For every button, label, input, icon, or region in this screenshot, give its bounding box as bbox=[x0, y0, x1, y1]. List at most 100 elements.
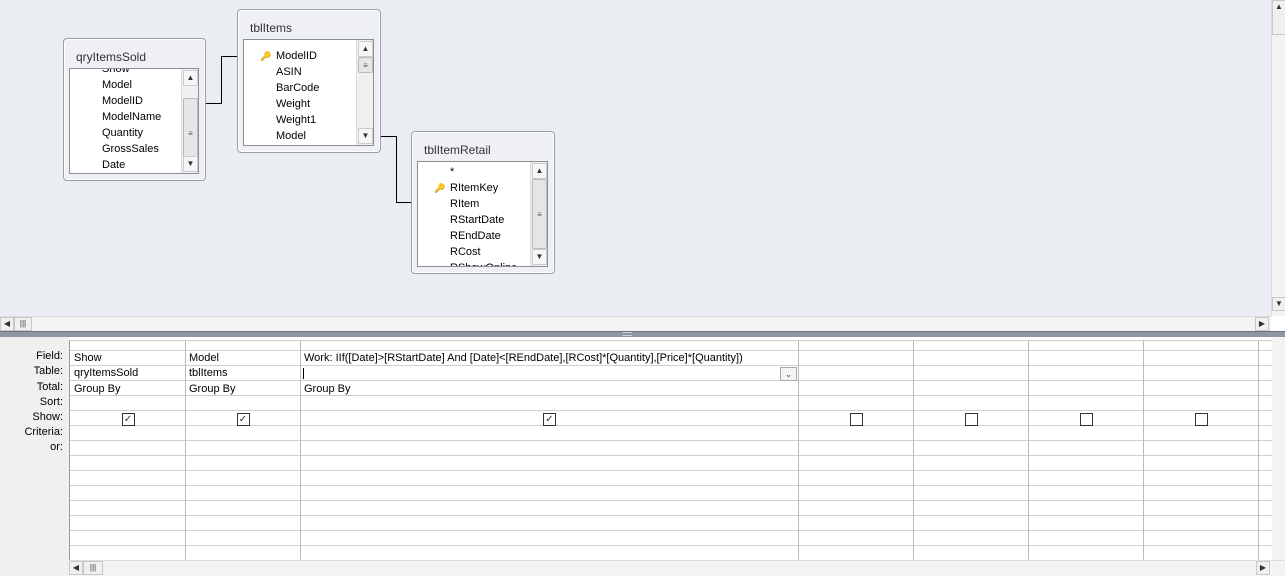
criteria-cell[interactable] bbox=[74, 427, 181, 442]
show-checkbox[interactable] bbox=[1194, 413, 1208, 426]
grid-column-line bbox=[913, 341, 914, 560]
field-item[interactable]: Model bbox=[102, 77, 132, 93]
field-item[interactable]: RShowOnline bbox=[450, 260, 517, 266]
scroll-left-button[interactable]: ◀ bbox=[0, 317, 14, 331]
criteria-cell[interactable] bbox=[304, 427, 794, 442]
or-cell[interactable] bbox=[917, 442, 1024, 457]
grid-row-line bbox=[70, 470, 1272, 471]
field-item[interactable]: Model bbox=[276, 128, 306, 144]
field-item[interactable]: ASIN bbox=[276, 64, 302, 80]
grid-horizontal-scrollbar[interactable]: ◀ ||| ▶ bbox=[69, 560, 1285, 576]
table-title[interactable]: qryItemsSold bbox=[76, 50, 146, 64]
scroll-up-button[interactable]: ▲ bbox=[358, 41, 373, 57]
table-box-tblItemRetail[interactable]: tblItemRetail * 🔑 RItemKey RItem RStartDate RE… bbox=[411, 131, 555, 274]
or-cell[interactable] bbox=[189, 442, 296, 457]
show-checkbox-checked[interactable]: ✓ bbox=[236, 413, 250, 426]
query-design-pane: qryItemsSold Show Model ModelID ModelName Qua… bbox=[0, 0, 1271, 316]
field-cell[interactable]: Show bbox=[74, 351, 102, 366]
scroll-up-button[interactable]: ▲ bbox=[532, 163, 547, 179]
field-cell[interactable]: Work: IIf([Date]>[RStartDate] And [Date]… bbox=[304, 351, 743, 366]
table-dropdown-button[interactable]: ⌄ bbox=[780, 367, 797, 381]
field-item[interactable]: REndDate bbox=[450, 228, 501, 244]
field-item[interactable]: ModelID bbox=[276, 48, 317, 64]
scroll-thumb[interactable]: ≡ bbox=[358, 57, 373, 73]
total-cell[interactable]: Group By bbox=[304, 382, 350, 397]
row-label: Sort: bbox=[39, 396, 63, 408]
grid-column-line bbox=[798, 341, 799, 560]
field-list[interactable]: * 🔑 RItemKeyRItemRStartDateREndDateRCostRS… bbox=[417, 161, 548, 267]
field-cell[interactable]: Model bbox=[189, 351, 219, 366]
criteria-cell[interactable] bbox=[189, 427, 296, 442]
join-line bbox=[396, 202, 411, 203]
list-scrollbar[interactable]: ▲ ≡ ▼ bbox=[181, 69, 198, 173]
table-title[interactable]: tblItemRetail bbox=[424, 143, 491, 157]
total-cell[interactable]: Group By bbox=[74, 382, 120, 397]
row-label: Table: bbox=[33, 365, 63, 377]
criteria-cell[interactable] bbox=[802, 427, 909, 442]
or-cell[interactable] bbox=[802, 442, 909, 457]
field-item[interactable]: Quantity bbox=[102, 125, 143, 141]
field-item[interactable]: RCost bbox=[450, 244, 481, 260]
scroll-right-button[interactable]: ▶ bbox=[1255, 317, 1269, 331]
show-checkbox[interactable] bbox=[964, 413, 978, 426]
or-cell[interactable] bbox=[1032, 442, 1139, 457]
table-box-qryItemsSold[interactable]: qryItemsSold Show Model ModelID ModelName Qua… bbox=[63, 38, 206, 181]
field-item[interactable]: Show bbox=[102, 69, 130, 77]
or-cell[interactable] bbox=[1147, 442, 1254, 457]
criteria-cell[interactable] bbox=[917, 427, 1024, 442]
scroll-down-button[interactable]: ▼ bbox=[358, 128, 373, 144]
or-cell[interactable] bbox=[74, 442, 181, 457]
grid-row-line bbox=[70, 515, 1272, 516]
scroll-down-button[interactable]: ▼ bbox=[1272, 297, 1285, 311]
field-list[interactable]: Show Model ModelID ModelName Quantity GrossSa… bbox=[69, 68, 199, 174]
show-checkbox[interactable] bbox=[1079, 413, 1093, 426]
scroll-down-button[interactable]: ▼ bbox=[532, 249, 547, 265]
table-cell[interactable]: qryItemsSold bbox=[74, 366, 138, 381]
join-line bbox=[221, 56, 237, 57]
show-checkbox-checked[interactable]: ✓ bbox=[121, 413, 135, 426]
field-item[interactable]: GrossSales bbox=[102, 141, 159, 157]
scroll-up-button[interactable]: ▲ bbox=[183, 70, 198, 86]
scroll-thumb[interactable]: ||| bbox=[14, 317, 32, 331]
total-cell[interactable]: Group By bbox=[189, 382, 235, 397]
scroll-right-button[interactable]: ▶ bbox=[1256, 561, 1270, 575]
field-item[interactable]: ModelID bbox=[102, 93, 143, 109]
design-vertical-scrollbar[interactable]: ▲ ▼ bbox=[1271, 0, 1285, 316]
scroll-thumb[interactable]: ||| bbox=[83, 561, 103, 575]
table-box-tblItems[interactable]: tblItems 🔑 ModelID ASIN BarCode Weight Weight1… bbox=[237, 9, 381, 153]
join-line bbox=[206, 103, 221, 104]
grid-column-line bbox=[1028, 341, 1029, 560]
list-scrollbar[interactable]: ▲ ≡ ▼ bbox=[530, 162, 547, 266]
design-horizontal-scrollbar[interactable]: ◀ ||| ▶ bbox=[0, 316, 1271, 331]
row-label: Show: bbox=[32, 411, 63, 423]
show-checkbox[interactable] bbox=[849, 413, 863, 426]
field-item[interactable]: Weight bbox=[276, 96, 310, 112]
field-item[interactable]: Date bbox=[102, 157, 125, 173]
field-item[interactable]: ModelName bbox=[102, 109, 161, 125]
or-cell[interactable] bbox=[304, 442, 794, 457]
row-label: or: bbox=[50, 441, 63, 453]
scroll-thumb[interactable]: ≡ bbox=[532, 179, 547, 249]
primary-key-icon: 🔑 bbox=[434, 183, 446, 193]
field-item[interactable]: RItem bbox=[450, 196, 479, 212]
scroll-down-button[interactable]: ▼ bbox=[183, 156, 198, 172]
criteria-cell[interactable] bbox=[1032, 427, 1139, 442]
field-item[interactable]: BarCode bbox=[276, 80, 319, 96]
pane-splitter[interactable]: :::::::::: bbox=[0, 331, 1285, 338]
grid-column-line bbox=[300, 341, 301, 560]
grid-row-line bbox=[70, 500, 1272, 501]
field-item[interactable]: Weight1 bbox=[276, 112, 316, 128]
criteria-cell[interactable] bbox=[1147, 427, 1254, 442]
scroll-up-button[interactable]: ▲ bbox=[1272, 0, 1285, 35]
field-item[interactable]: RItemKey bbox=[450, 180, 498, 196]
join-line bbox=[396, 136, 397, 202]
table-title[interactable]: tblItems bbox=[250, 21, 292, 35]
field-item[interactable]: * bbox=[450, 164, 454, 180]
show-checkbox-checked[interactable]: ✓ bbox=[543, 413, 556, 426]
scroll-left-button[interactable]: ◀ bbox=[69, 561, 83, 575]
field-list[interactable]: 🔑 ModelID ASIN BarCode Weight Weight1 Model ▲ ≡ ▼ bbox=[243, 39, 374, 146]
list-scrollbar[interactable]: ▲ ≡ ▼ bbox=[356, 40, 373, 145]
field-item[interactable]: RStartDate bbox=[450, 212, 504, 228]
table-cell[interactable]: tblItems bbox=[189, 366, 228, 381]
grid-vertical-scrollbar[interactable] bbox=[1272, 337, 1285, 560]
